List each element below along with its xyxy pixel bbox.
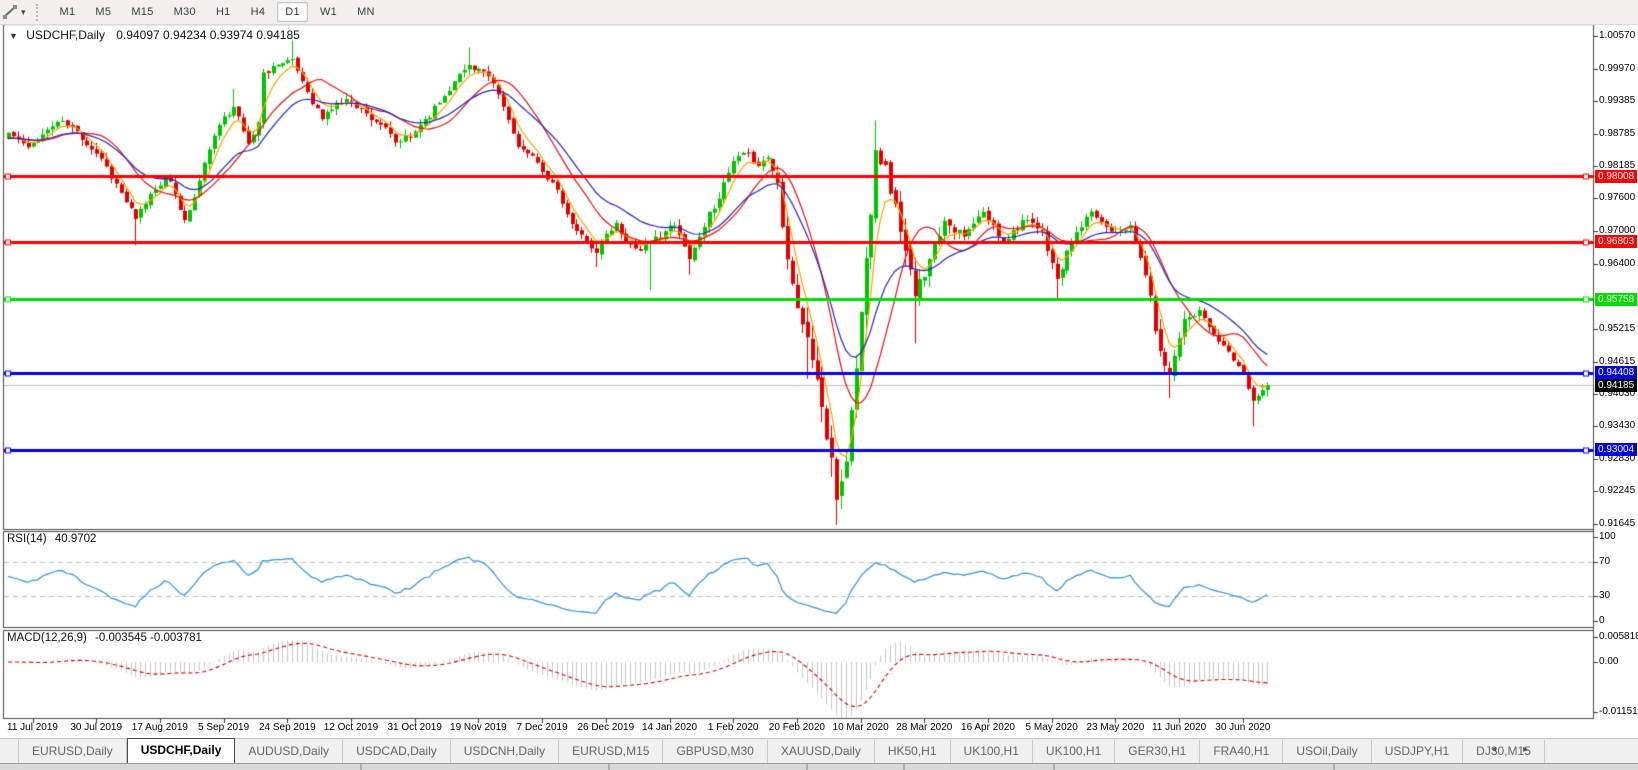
price-tick-label: 0.99385	[1599, 94, 1636, 106]
timeframe-button-d1[interactable]: D1	[277, 2, 308, 22]
date-tick-label: 12 Oct 2019	[323, 722, 379, 733]
timeframe-button-w1[interactable]: W1	[312, 2, 345, 22]
date-tick-label: 28 Mar 2020	[896, 722, 953, 733]
terminal-edge-strip	[0, 763, 1638, 770]
tab-usdchf-daily[interactable]: USDCHF,Daily	[126, 737, 236, 765]
price-tick-label: 0.95215	[1599, 322, 1636, 334]
price-tick-label: 0.93430	[1599, 420, 1636, 432]
strip-divider	[1053, 764, 1055, 770]
tab-hk50-h1[interactable]: HK50,H1	[875, 740, 951, 763]
hline-price-badge: 0.98008	[1595, 169, 1637, 183]
toolbar: ▾ M1 M5 M15 M30 H1 H4 D1 W1 MN	[0, 0, 1638, 25]
chart-tab-bar: EURUSD,Daily USDCHF,Daily AUDUSD,Daily USDC…	[0, 737, 1638, 765]
rsi-tick-label: 70	[1599, 556, 1611, 568]
strip-divider	[608, 764, 610, 770]
date-tick-label: 16 Apr 2020	[961, 722, 1015, 733]
tabs-scroll-left-icon[interactable]: ◂	[1491, 744, 1508, 755]
tab-usdcnh-daily[interactable]: USDCNH,Daily	[451, 740, 560, 763]
current-price-badge: 0.94185	[1595, 378, 1637, 392]
tab-usdjpy-h1[interactable]: USDJPY,H1	[1372, 740, 1464, 763]
macd-tick-label: 0.005818	[1599, 631, 1638, 642]
mt4-window: ▾ M1 M5 M15 M30 H1 H4 D1 W1 MN ▼ USDCHF,Daily 0.…	[0, 0, 1638, 770]
date-tick-label: 20 Feb 2020	[768, 722, 825, 733]
hline-price-badge: 0.95758	[1595, 292, 1637, 306]
toolbar-grip	[35, 3, 42, 21]
timeframe-button-m30[interactable]: M30	[166, 2, 204, 22]
strip-divider	[1333, 764, 1335, 770]
tab-eurusd-daily[interactable]: EURUSD,Daily	[18, 740, 127, 763]
date-tick-label: 26 Dec 2019	[577, 722, 635, 733]
hline-price-badge: 0.93004	[1595, 443, 1637, 457]
price-tick-label: 0.99970	[1599, 62, 1636, 74]
tab-usdcad-daily[interactable]: USDCAD,Daily	[343, 740, 451, 763]
date-tick-label: 17 Aug 2019	[131, 722, 188, 733]
tab-audusd-daily[interactable]: AUDUSD,Daily	[235, 740, 344, 763]
strip-divider	[903, 764, 905, 770]
rsi-tick-label: 0	[1599, 615, 1605, 626]
timeframe-button-m1[interactable]: M1	[52, 2, 84, 22]
price-tick-label: 0.97600	[1599, 192, 1636, 204]
tabs-scroll-right-icon[interactable]: ▸	[1523, 744, 1540, 755]
tab-uk100-h1[interactable]: UK100,H1	[1033, 740, 1116, 763]
date-tick-label: 24 Sep 2019	[258, 722, 316, 733]
tab-usoil-daily[interactable]: USOil,Daily	[1283, 740, 1372, 763]
price-tick-label: 0.91645	[1599, 518, 1636, 529]
date-tick-label: 31 Oct 2019	[387, 722, 442, 733]
rsi-tick-label: 30	[1599, 589, 1611, 601]
tab-eurusd-m15[interactable]: EURUSD,M15	[559, 740, 664, 763]
price-tick-label: 0.92245	[1599, 485, 1636, 497]
date-tick-label: 5 May 2020	[1025, 722, 1078, 733]
strip-divider	[360, 764, 362, 770]
timeframe-button-m5[interactable]: M5	[87, 2, 119, 22]
date-tick-label: 30 Jul 2019	[70, 722, 123, 733]
chevron-down-icon[interactable]: ▾	[21, 7, 26, 18]
date-tick-label: 23 May 2020	[1086, 722, 1145, 733]
draw-tool-button[interactable]: ▾	[2, 4, 26, 20]
date-tick-label: 19 Nov 2019	[450, 722, 507, 733]
hline-price-badge: 0.94408	[1595, 366, 1637, 380]
tab-fra40-h1[interactable]: FRA40,H1	[1200, 740, 1284, 763]
tab-gbpusd-m30[interactable]: GBPUSD,M30	[663, 740, 768, 763]
price-tick-label: 0.98785	[1599, 127, 1636, 139]
chart-canvas[interactable]	[0, 0, 1638, 770]
date-tick-label: 11 Jun 2020	[1151, 722, 1207, 733]
timeframe-button-mn[interactable]: MN	[349, 2, 383, 22]
date-tick-label: 7 Dec 2019	[516, 722, 568, 733]
date-tick-label: 11 Jul 2019	[7, 722, 58, 733]
rsi-tick-label: 100	[1599, 531, 1616, 542]
price-tick-label: 0.96400	[1599, 258, 1636, 269]
timeframe-button-h4[interactable]: H4	[243, 2, 274, 22]
date-tick-label: 14 Jan 2020	[641, 722, 698, 733]
date-tick-label: 5 Sep 2019	[198, 722, 250, 733]
quick-trade-triangle-icon[interactable]: ▼	[9, 31, 18, 41]
tab-scroll-nav: ◂ ▸	[1491, 744, 1540, 755]
tab-uk100-h1[interactable]: UK100,H1	[951, 740, 1033, 763]
macd-tick-label: -0.011514	[1599, 706, 1638, 717]
timeframe-button-h1[interactable]: H1	[208, 2, 239, 22]
timeframe-toolbar: M1 M5 M15 M30 H1 H4 D1 W1 MN	[50, 2, 385, 22]
date-tick-label: 1 Feb 2020	[707, 722, 759, 733]
line-draw-icon	[3, 5, 17, 19]
tab-xauusd-daily[interactable]: XAUUSD,Daily	[768, 740, 875, 763]
date-tick-label: 30 Jun 2020	[1215, 722, 1271, 733]
tab-ger30-h1[interactable]: GER30,H1	[1115, 740, 1201, 763]
hline-price-badge: 0.96803	[1595, 235, 1637, 249]
price-tick-label: 1.00570	[1599, 30, 1636, 41]
date-tick-label: 10 Mar 2020	[832, 722, 889, 733]
macd-tick-label: 0.00	[1599, 656, 1619, 668]
timeframe-button-m15[interactable]: M15	[123, 2, 161, 22]
price-tick-label: 0.94615	[1599, 355, 1636, 367]
strip-divider	[806, 764, 808, 770]
